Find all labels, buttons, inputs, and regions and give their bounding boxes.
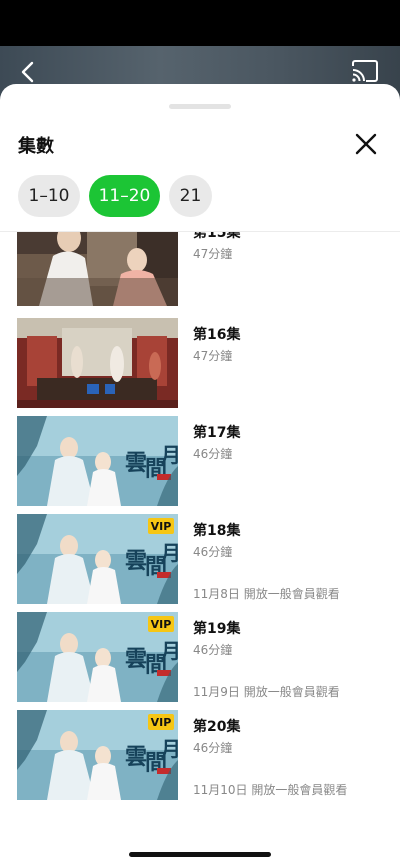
range-tab-21[interactable]: 21 (169, 175, 212, 217)
episode-thumbnail: 雲 間 月 VIP (17, 514, 178, 604)
episode-title: 第18集 (193, 523, 241, 539)
chevron-left-icon (21, 61, 34, 83)
sheet-title: 集數 (18, 136, 54, 157)
sheet-grabber[interactable] (169, 104, 231, 109)
vip-badge: VIP (148, 518, 174, 534)
episode-row[interactable]: 第16集 47分鐘 (0, 318, 400, 408)
episode-duration: 47分鐘 (193, 349, 233, 363)
range-tab-1-10[interactable]: 1–10 (18, 175, 80, 217)
episode-duration: 46分鐘 (193, 741, 233, 755)
episode-row[interactable]: 雲 間 月 VIP 第18集 46分鐘 11月8日 開放一般會員觀看 (0, 514, 400, 604)
svg-text:月: 月 (160, 541, 178, 565)
vip-badge: VIP (148, 714, 174, 730)
episode-list: 第15集 47分鐘 第16集 47分鐘 雲 間 月 第17集 46分鐘 雲 間 … (0, 232, 400, 866)
status-bar (0, 0, 400, 46)
close-icon (355, 133, 377, 155)
episode-thumbnail (17, 318, 178, 408)
episode-release-note: 11月9日 開放一般會員觀看 (193, 685, 340, 699)
back-button[interactable] (14, 58, 42, 86)
episode-row[interactable]: 雲 間 月 VIP 第20集 46分鐘 11月10日 開放一般會員觀看 (0, 710, 400, 800)
episode-thumbnail: 雲 間 月 (17, 416, 178, 506)
episode-duration: 46分鐘 (193, 447, 233, 461)
episode-duration: 46分鐘 (193, 643, 233, 657)
svg-text:雲: 雲 (125, 548, 147, 574)
svg-text:月: 月 (160, 737, 178, 761)
episode-title: 第16集 (193, 327, 241, 343)
episode-title: 第19集 (193, 621, 241, 637)
svg-text:雲: 雲 (125, 646, 147, 672)
episode-title: 第15集 (193, 232, 241, 241)
episode-thumbnail: 雲 間 月 VIP (17, 612, 178, 702)
cast-icon (352, 60, 378, 82)
episode-row[interactable]: 雲 間 月 VIP 第19集 46分鐘 11月9日 開放一般會員觀看 (0, 612, 400, 702)
svg-text:雲: 雲 (125, 450, 147, 476)
svg-text:月: 月 (160, 443, 178, 467)
episode-duration: 47分鐘 (193, 247, 233, 261)
close-button[interactable] (352, 130, 380, 158)
svg-text:雲: 雲 (125, 744, 147, 770)
episode-thumbnail (17, 232, 178, 306)
episodes-sheet: 集數 1–10 11–20 21 第15集 47分鐘 第16集 47分鐘 雲 間… (0, 84, 400, 866)
range-tab-11-20[interactable]: 11–20 (89, 175, 160, 217)
episode-row[interactable]: 雲 間 月 第17集 46分鐘 (0, 416, 400, 506)
episode-release-note: 11月10日 開放一般會員觀看 (193, 783, 348, 797)
cast-button[interactable] (350, 58, 380, 86)
svg-text:月: 月 (160, 639, 178, 663)
episode-range-tabs: 1–10 11–20 21 (18, 175, 212, 217)
episode-thumbnail: 雲 間 月 VIP (17, 710, 178, 800)
home-indicator[interactable] (129, 852, 271, 857)
episode-duration: 46分鐘 (193, 545, 233, 559)
episode-row[interactable]: 第15集 47分鐘 (0, 232, 400, 306)
episode-title: 第17集 (193, 425, 241, 441)
episode-title: 第20集 (193, 719, 241, 735)
vip-badge: VIP (148, 616, 174, 632)
episode-release-note: 11月8日 開放一般會員觀看 (193, 587, 340, 601)
